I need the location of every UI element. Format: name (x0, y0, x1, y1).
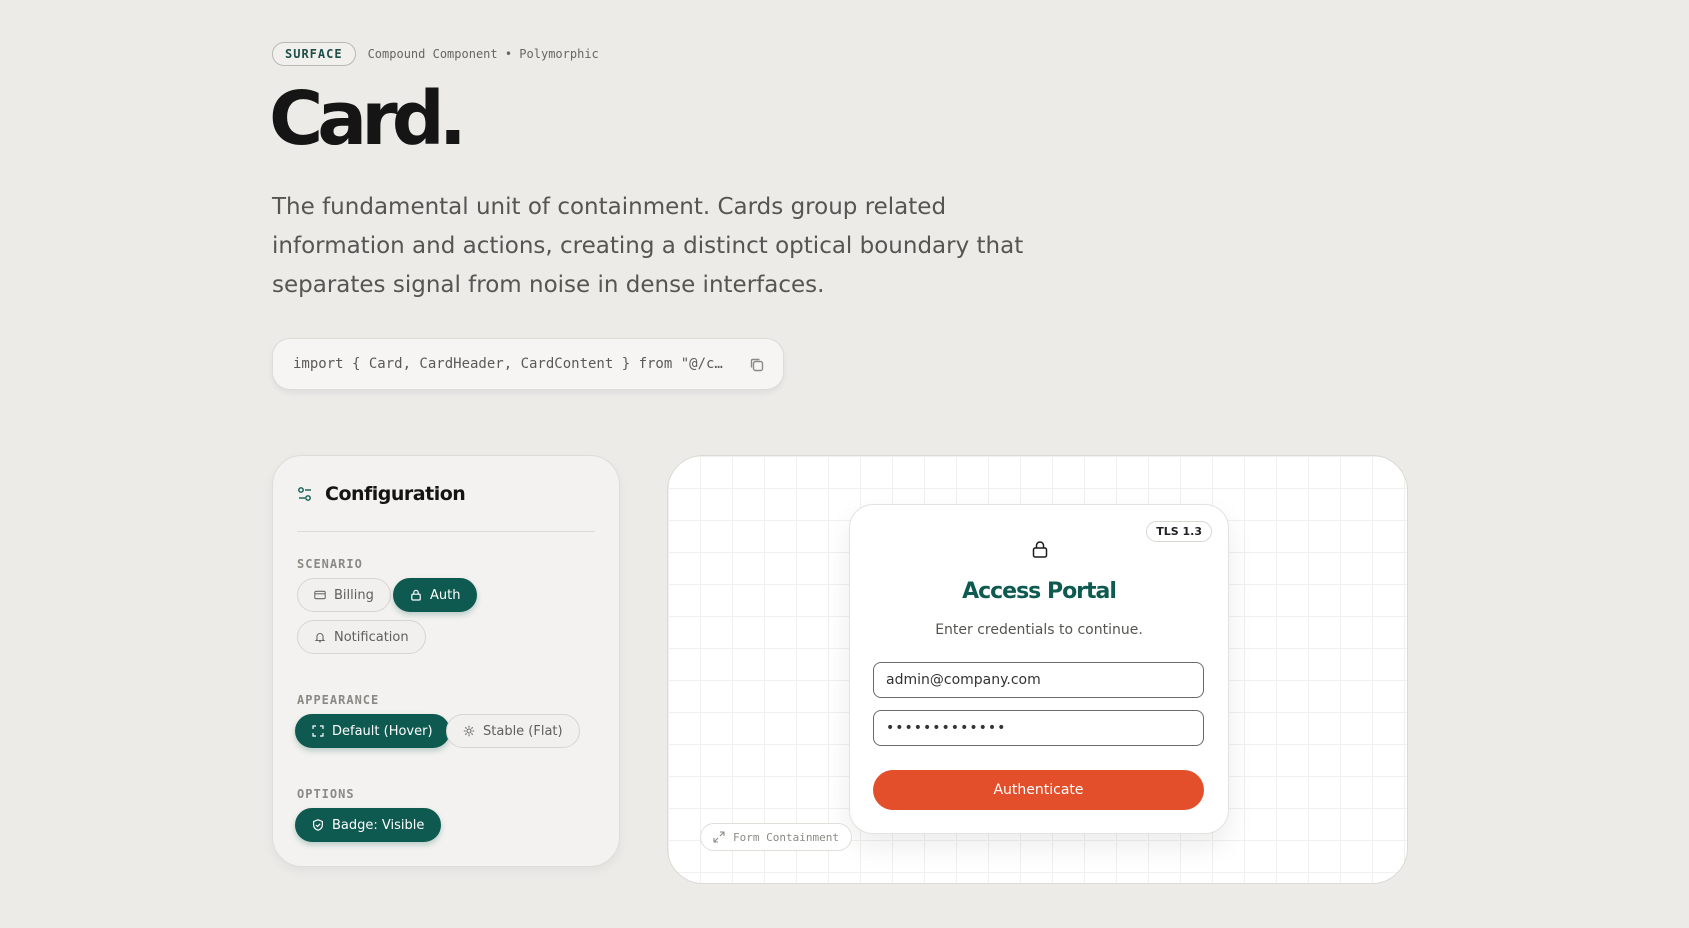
lock-icon (1032, 540, 1048, 562)
configuration-title: Configuration (325, 483, 466, 505)
chip-label: Default (Hover) (332, 723, 433, 739)
lock-icon (411, 589, 421, 601)
badge-visible-toggle[interactable]: Badge: Visible (295, 808, 442, 842)
configuration-panel: Configuration SCENARIO Billing Auth Noti… (272, 455, 620, 867)
category-tag: SURFACE (272, 42, 356, 66)
scenario-auth-chip[interactable]: Auth (393, 578, 478, 612)
import-code: import { Card, CardHeader, CardContent }… (293, 356, 723, 372)
appearance-label: APPEARANCE (297, 693, 380, 707)
access-portal-card: TLS 1.3 Access Portal Enter credentials … (849, 504, 1229, 834)
page-meta: SURFACE Compound Component • Polymorphic (272, 42, 599, 66)
chip-label: Billing (334, 587, 374, 603)
email-field[interactable] (873, 662, 1204, 698)
preview-stage: TLS 1.3 Access Portal Enter credentials … (667, 455, 1408, 884)
settings-icon (463, 725, 475, 737)
chip-label: Notification (334, 629, 409, 645)
import-code-block: import { Card, CardHeader, CardContent }… (272, 338, 784, 390)
page-description: The fundamental unit of containment. Car… (272, 194, 1024, 298)
copy-icon[interactable] (747, 355, 767, 375)
scenario-label: SCENARIO (297, 557, 363, 571)
page-title: Card. (269, 76, 467, 162)
bell-icon (314, 633, 326, 643)
scenario-billing-chip[interactable]: Billing (297, 578, 391, 612)
card-title: Access Portal (962, 579, 1117, 604)
card-icon (314, 590, 326, 600)
configuration-header: Configuration (297, 482, 595, 532)
scenario-notification-chip[interactable]: Notification (297, 620, 426, 654)
appearance-default-chip[interactable]: Default (Hover) (295, 714, 450, 748)
component-subtitle: Compound Component • Polymorphic (367, 47, 599, 61)
sliders-icon (297, 486, 313, 506)
resize-icon (713, 831, 725, 843)
form-containment-label: Form Containment (700, 823, 852, 851)
tls-badge: TLS 1.3 (1146, 521, 1212, 542)
shield-check-icon (313, 819, 323, 831)
chip-label: Stable (Flat) (483, 723, 563, 739)
form-containment-text: Form Containment (733, 830, 839, 844)
chip-label: Auth (430, 587, 461, 603)
options-label: OPTIONS (297, 787, 355, 801)
authenticate-button[interactable]: Authenticate (873, 770, 1204, 810)
appearance-flat-chip[interactable]: Stable (Flat) (446, 714, 580, 748)
password-field[interactable] (873, 710, 1204, 746)
card-subtitle: Enter credentials to continue. (935, 622, 1143, 638)
chip-label: Badge: Visible (332, 817, 425, 833)
expand-icon (312, 725, 324, 737)
